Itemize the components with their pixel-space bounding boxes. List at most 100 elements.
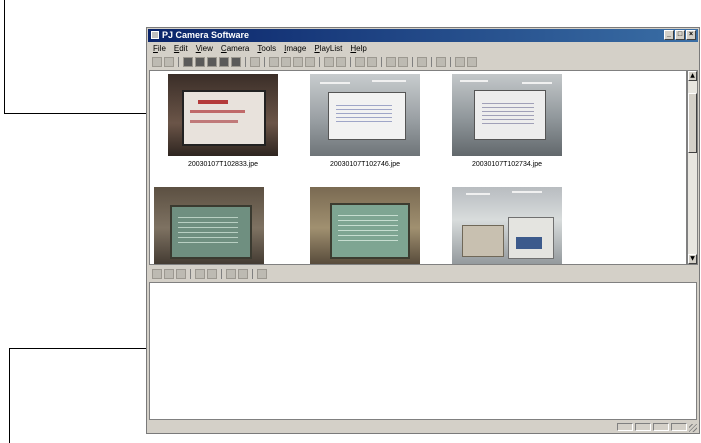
toolbar-separator — [381, 56, 382, 67]
menu-camera[interactable]: Camera — [221, 43, 249, 54]
menu-view[interactable]: View — [196, 43, 213, 54]
toolbar-separator — [221, 268, 222, 279]
settings-icon[interactable] — [436, 56, 446, 67]
delete-camera-icon[interactable] — [231, 56, 241, 67]
capture-icon[interactable] — [195, 56, 205, 67]
thumbnail-image[interactable] — [310, 74, 420, 156]
thumbnail-pane: 20030107T102833.jpe 20030107T102746.jpe … — [149, 70, 687, 265]
ceiling-light-shape — [372, 80, 406, 82]
toolbar-separator — [319, 56, 320, 67]
play-playlist-icon[interactable] — [257, 268, 267, 279]
callout-top-horizontal — [4, 113, 158, 114]
writing-shape — [178, 213, 238, 243]
scroll-thumb[interactable] — [688, 93, 697, 153]
move-down-icon[interactable] — [238, 268, 248, 279]
main-toolbar — [149, 55, 477, 68]
menu-bar: File Edit View Camera Tools Image PlayLi… — [149, 43, 367, 54]
writing-shape — [336, 102, 392, 124]
menu-tools[interactable]: Tools — [257, 43, 276, 54]
playlist-pane[interactable] — [149, 282, 697, 420]
toolbar-separator — [245, 56, 246, 67]
resize-grip-icon[interactable] — [689, 424, 697, 432]
scroll-down-button[interactable]: ▼ — [688, 254, 697, 264]
toolbar-separator — [190, 268, 191, 279]
next-arrow-icon[interactable] — [398, 56, 408, 67]
thumbnail-scrollbar[interactable]: ▲ ▼ — [687, 70, 698, 265]
red-writing-shape — [198, 100, 228, 104]
fit-icon[interactable] — [305, 56, 315, 67]
thumbnail-image[interactable] — [310, 187, 420, 264]
ceiling-light-shape — [466, 193, 490, 195]
card-icon[interactable] — [164, 56, 174, 67]
menu-help[interactable]: Help — [350, 43, 366, 54]
toolbar-separator — [350, 56, 351, 67]
toolbar-separator — [264, 56, 265, 67]
rotate-icon[interactable] — [324, 56, 334, 67]
app-window: PJ Camera Software _ □ × File Edit View … — [146, 27, 700, 434]
thumbnail-caption: 20030107T102746.jpe — [329, 161, 401, 168]
menu-file[interactable]: File — [153, 43, 166, 54]
ceiling-light-shape — [320, 82, 350, 84]
ceiling-light-shape — [512, 191, 542, 193]
callout-bottom-vertical — [9, 348, 10, 443]
menu-image[interactable]: Image — [284, 43, 306, 54]
menu-edit[interactable]: Edit — [174, 43, 188, 54]
playlist-toolbar — [149, 267, 267, 280]
callout-top-vertical — [4, 0, 5, 114]
scroll-up-button[interactable]: ▲ — [688, 71, 697, 81]
select-icon[interactable] — [355, 56, 365, 67]
toolbar-separator — [450, 56, 451, 67]
camera-connect-icon[interactable] — [152, 56, 162, 67]
cut-icon[interactable] — [467, 56, 477, 67]
camera-icon[interactable] — [183, 56, 193, 67]
maximize-button[interactable]: □ — [675, 30, 685, 40]
zoom-in-icon[interactable] — [269, 56, 279, 67]
toolbar-separator — [431, 56, 432, 67]
toolbar-separator — [412, 56, 413, 67]
toolbar-separator — [178, 56, 179, 67]
status-panel — [653, 423, 669, 431]
crop-icon[interactable] — [336, 56, 346, 67]
new-playlist-icon[interactable] — [152, 268, 162, 279]
close-button[interactable]: × — [686, 30, 696, 40]
remove-item-icon[interactable] — [207, 268, 217, 279]
status-bar — [149, 422, 697, 432]
callout-bottom-horizontal — [9, 348, 157, 349]
status-panel — [671, 423, 687, 431]
menu-playlist[interactable]: PlayList — [314, 43, 342, 54]
move-up-icon[interactable] — [226, 268, 236, 279]
hand-icon[interactable] — [293, 56, 303, 67]
red-writing-shape — [190, 120, 238, 123]
open-folder-icon[interactable] — [164, 268, 174, 279]
minimize-button[interactable]: _ — [664, 30, 674, 40]
capture-multi-icon[interactable] — [207, 56, 217, 67]
app-icon — [151, 31, 159, 39]
slideshow-icon[interactable] — [417, 56, 427, 67]
whiteboard-shape — [182, 90, 266, 146]
zoom-out-icon[interactable] — [281, 56, 291, 67]
thumbnail-image[interactable] — [452, 74, 562, 156]
thumbnail-caption: 20030107T102833.jpe — [187, 161, 259, 168]
status-panel — [617, 423, 633, 431]
status-panel — [635, 423, 651, 431]
title-bar[interactable]: PJ Camera Software _ □ × — [148, 29, 698, 42]
properties-icon[interactable] — [455, 56, 465, 67]
red-writing-shape — [190, 110, 245, 113]
writing-shape — [482, 100, 534, 124]
equipment-shape — [516, 237, 542, 249]
ceiling-light-shape — [460, 80, 488, 82]
save-playlist-icon[interactable] — [176, 268, 186, 279]
thumbnail-image[interactable] — [154, 187, 264, 264]
toolbar-separator — [252, 268, 253, 279]
download-icon[interactable] — [219, 56, 229, 67]
writing-shape — [338, 211, 398, 245]
thumbnail-image[interactable] — [168, 74, 278, 156]
add-item-icon[interactable] — [195, 268, 205, 279]
thumbnail-image[interactable] — [452, 187, 562, 264]
save-icon[interactable] — [250, 56, 260, 67]
thumbnail-caption: 20030107T102734.jpe — [471, 161, 543, 168]
adjust-icon[interactable] — [367, 56, 377, 67]
ceiling-light-shape — [522, 82, 552, 84]
equipment-shape — [462, 225, 504, 257]
prev-arrow-icon[interactable] — [386, 56, 396, 67]
